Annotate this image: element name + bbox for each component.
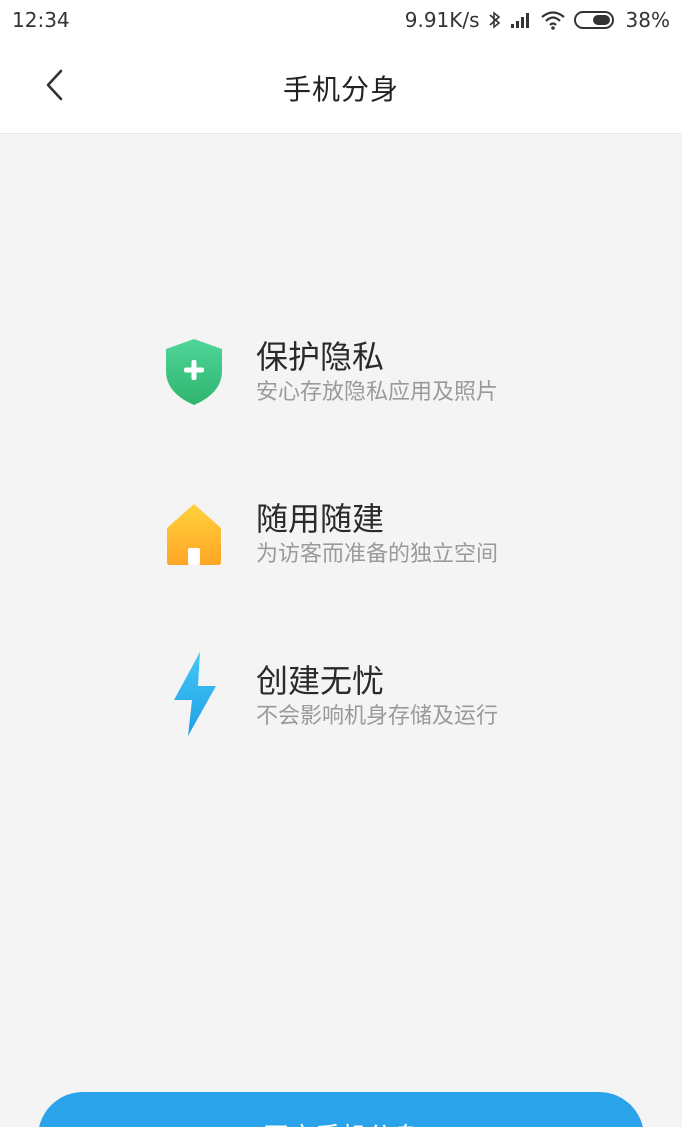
page-title: 手机分身 <box>282 73 399 106</box>
battery-icon <box>573 10 618 30</box>
wifi-icon <box>540 10 566 30</box>
signal-icon <box>510 11 532 29</box>
feature-title: 保护隐私 <box>256 338 385 376</box>
battery-percent: 38% <box>625 8 670 32</box>
enable-dual-space-button[interactable]: 开启手机分身 <box>38 1092 644 1127</box>
shield-plus-icon <box>160 332 228 412</box>
feature-item-privacy: 保护隐私 安心存放隐私应用及照片 <box>160 332 580 432</box>
feature-title: 随用随建 <box>256 500 385 538</box>
feature-item-worry-free: 创建无忧 不会影响机身存储及运行 <box>160 652 580 756</box>
feature-desc: 为访客而准备的独立空间 <box>256 542 499 567</box>
phone-screen: 12:34 9.91K/s 38% 手机分身 保护隐私 安心存放隐私应用及照片 … <box>0 0 682 1127</box>
app-header: 手机分身 <box>0 40 682 134</box>
feature-desc: 安心存放隐私应用及照片 <box>256 380 499 405</box>
lightning-icon <box>160 648 228 740</box>
net-speed: 9.91K/s <box>404 8 480 32</box>
status-indicators: 9.91K/s 38% <box>405 8 670 32</box>
status-bar: 12:34 9.91K/s 38% <box>0 0 682 40</box>
feature-title: 创建无忧 <box>256 662 385 700</box>
bluetooth-icon <box>488 10 502 30</box>
house-icon <box>160 494 228 574</box>
feature-item-guest: 随用随建 为访客而准备的独立空间 <box>160 494 580 594</box>
status-time: 12:34 <box>12 8 70 32</box>
feature-desc: 不会影响机身存储及运行 <box>256 704 499 729</box>
